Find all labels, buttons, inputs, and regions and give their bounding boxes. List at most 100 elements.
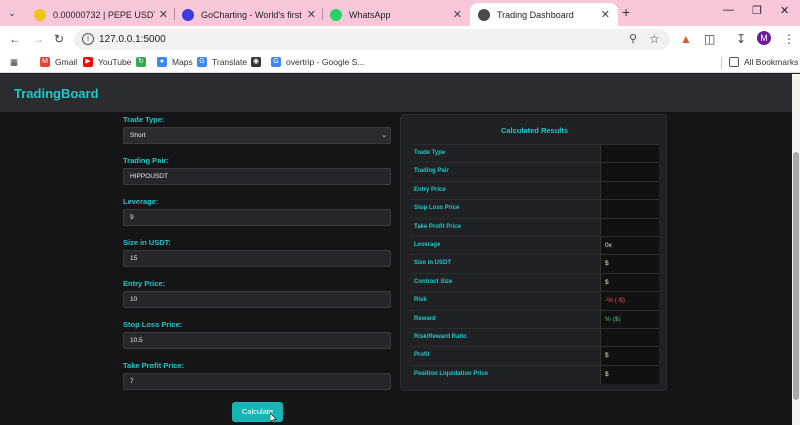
take-profit-input[interactable]: 7 [123,373,391,390]
size-input[interactable]: 15 [123,250,391,267]
result-value [600,145,659,163]
result-row-size: Size in USDT $ [410,254,659,274]
result-key: Trading Pair [414,168,449,175]
entry-field: Entry Price: 10 [123,279,391,308]
take-profit-label: Take Profit Price: [123,361,185,370]
size-field: Size in USDT: 15 [123,238,391,267]
result-key: Entry Price [414,186,446,193]
result-value [600,218,659,237]
minimize-icon[interactable]: — [723,4,734,16]
bookmark-maps[interactable]: ● Maps [157,57,193,67]
trade-type-label: Trade Type: [123,115,165,124]
close-tab-icon[interactable]: ✕ [601,8,610,21]
bookmark-star-icon[interactable]: ☆ [649,32,660,46]
fox-extension-icon[interactable]: ▲ [680,32,692,46]
bookmark-youtube[interactable]: ▶ YouTube [83,57,131,67]
result-value [600,181,659,200]
result-key: Risk [414,297,427,304]
stop-loss-field: Stop Loss Price: 10.5 [123,320,391,349]
page-scrollbar[interactable] [792,74,800,425]
result-value: $ [600,273,659,292]
bookmark-label: Maps [172,57,193,67]
result-row-risk: Risk -% (-$) [410,291,659,311]
gmail-icon: M [40,57,50,67]
trade-type-select[interactable]: Short [123,127,391,144]
result-row-contract-size: Contract Size $ [410,272,659,292]
close-tab-icon[interactable]: ✕ [453,8,462,21]
refresh-green-icon: ↻ [136,57,146,67]
entry-input[interactable]: 10 [123,291,391,308]
tab-pepe[interactable]: 0.00000732 | PEPE USDT | Pepe ✕ [26,3,176,26]
leverage-input[interactable]: 9 [123,209,391,226]
result-row-leverage: Leverage 0x [410,236,659,255]
result-key: Stop Loss Price [414,205,460,212]
site-info-icon[interactable]: i [82,33,94,45]
leverage-label: Leverage: [123,197,159,206]
bookmark-translate[interactable]: G Translate [197,57,247,67]
address-bar[interactable]: i 127.0.0.1:5000 ⚲ ☆ [74,29,670,50]
translate-icon: G [197,57,207,67]
entry-label: Entry Price: [123,279,166,288]
result-key: Trade Type [414,150,446,156]
result-row-profit: Profit $ [410,346,659,366]
trade-type-value: Short [130,132,146,139]
apps-grid-icon[interactable]: ▦ [10,57,18,68]
pair-label: Trading Pair: [123,156,169,165]
forward-icon[interactable]: → [32,32,44,46]
scrollbar-thumb[interactable] [793,152,799,400]
bookmark-globe[interactable]: ◉ [251,57,266,67]
result-key: Position Liquidation Price [414,370,489,377]
tab-search-icon[interactable]: ⌄ [3,4,21,22]
stop-loss-input[interactable]: 10.5 [123,332,391,349]
pepe-favicon-icon [34,8,46,21]
result-value [600,329,659,347]
back-icon[interactable]: ← [9,32,21,46]
result-key: Profit [414,352,430,359]
tab-strip: ⌄ 0.00000732 | PEPE USDT | Pepe ✕ GoChar… [0,0,800,26]
google-icon: G [271,57,281,67]
bookmark-label: YouTube [98,57,132,67]
result-value: 0x [600,237,659,255]
tab-whatsapp[interactable]: WhatsApp ✕ [322,3,470,26]
url-text: 127.0.0.1:5000 [99,34,166,45]
tab-title: 0.00000732 | PEPE USDT | Pepe [53,9,155,20]
extensions-icon[interactable]: ◫ [704,32,715,46]
page-content: TradingBoard Trade Type: Short ⌄ Trading… [0,74,792,425]
menu-kebab-icon[interactable]: ⋮ [783,32,795,46]
bookmark-overtrip[interactable]: G overtrip - Google S... [271,57,364,67]
tab-trading-dashboard[interactable]: Trading Dashboard ✕ [470,3,618,26]
avatar[interactable]: M [757,31,771,45]
whatsapp-favicon-icon [330,8,342,21]
result-value [600,163,659,182]
result-key: Risk/Reward Ratio [414,334,467,340]
zoom-icon[interactable]: ⚲ [629,32,637,45]
mouse-cursor-icon [270,413,277,423]
results-panel: Calculated Results Trade Type Trading Pa… [400,114,667,391]
tab-title: GoCharting - World's first Multi [201,9,303,20]
youtube-icon: ▶ [83,57,93,67]
bookmarks-divider [721,57,722,69]
all-bookmarks-label: All Bookmarks [744,57,799,67]
restore-icon[interactable]: ❐ [752,4,762,17]
bookmark-refresh[interactable]: ↻ [136,57,151,67]
result-value [600,200,659,219]
new-tab-icon[interactable]: + [622,4,630,20]
bookmark-label: overtrip - Google S... [286,57,365,67]
pair-input[interactable]: HIPPOUSDT [123,168,391,185]
globe-favicon-icon [478,8,490,21]
bookmark-gmail[interactable]: M Gmail [40,57,77,67]
result-value: $ [600,255,659,274]
result-key: Leverage [414,242,441,248]
download-icon[interactable]: ↧ [736,32,746,46]
close-window-icon[interactable]: ✕ [780,4,789,17]
result-row-risk-reward: Risk/Reward Ratio [410,328,659,347]
result-row-entry-price: Entry Price [410,180,659,200]
close-tab-icon[interactable]: ✕ [159,8,168,21]
tab-gocharting[interactable]: GoCharting - World's first Multi ✕ [174,3,324,26]
reload-icon[interactable]: ↻ [54,32,64,46]
brand-logo[interactable]: TradingBoard [14,86,99,101]
close-tab-icon[interactable]: ✕ [307,8,316,21]
result-value-risk: -% (-$) [600,292,659,311]
browser-toolbar: ← → ↻ i 127.0.0.1:5000 ⚲ ☆ ▲ ◫ ↧ M ⋮ [0,26,800,53]
all-bookmarks[interactable]: All Bookmarks [729,57,798,67]
